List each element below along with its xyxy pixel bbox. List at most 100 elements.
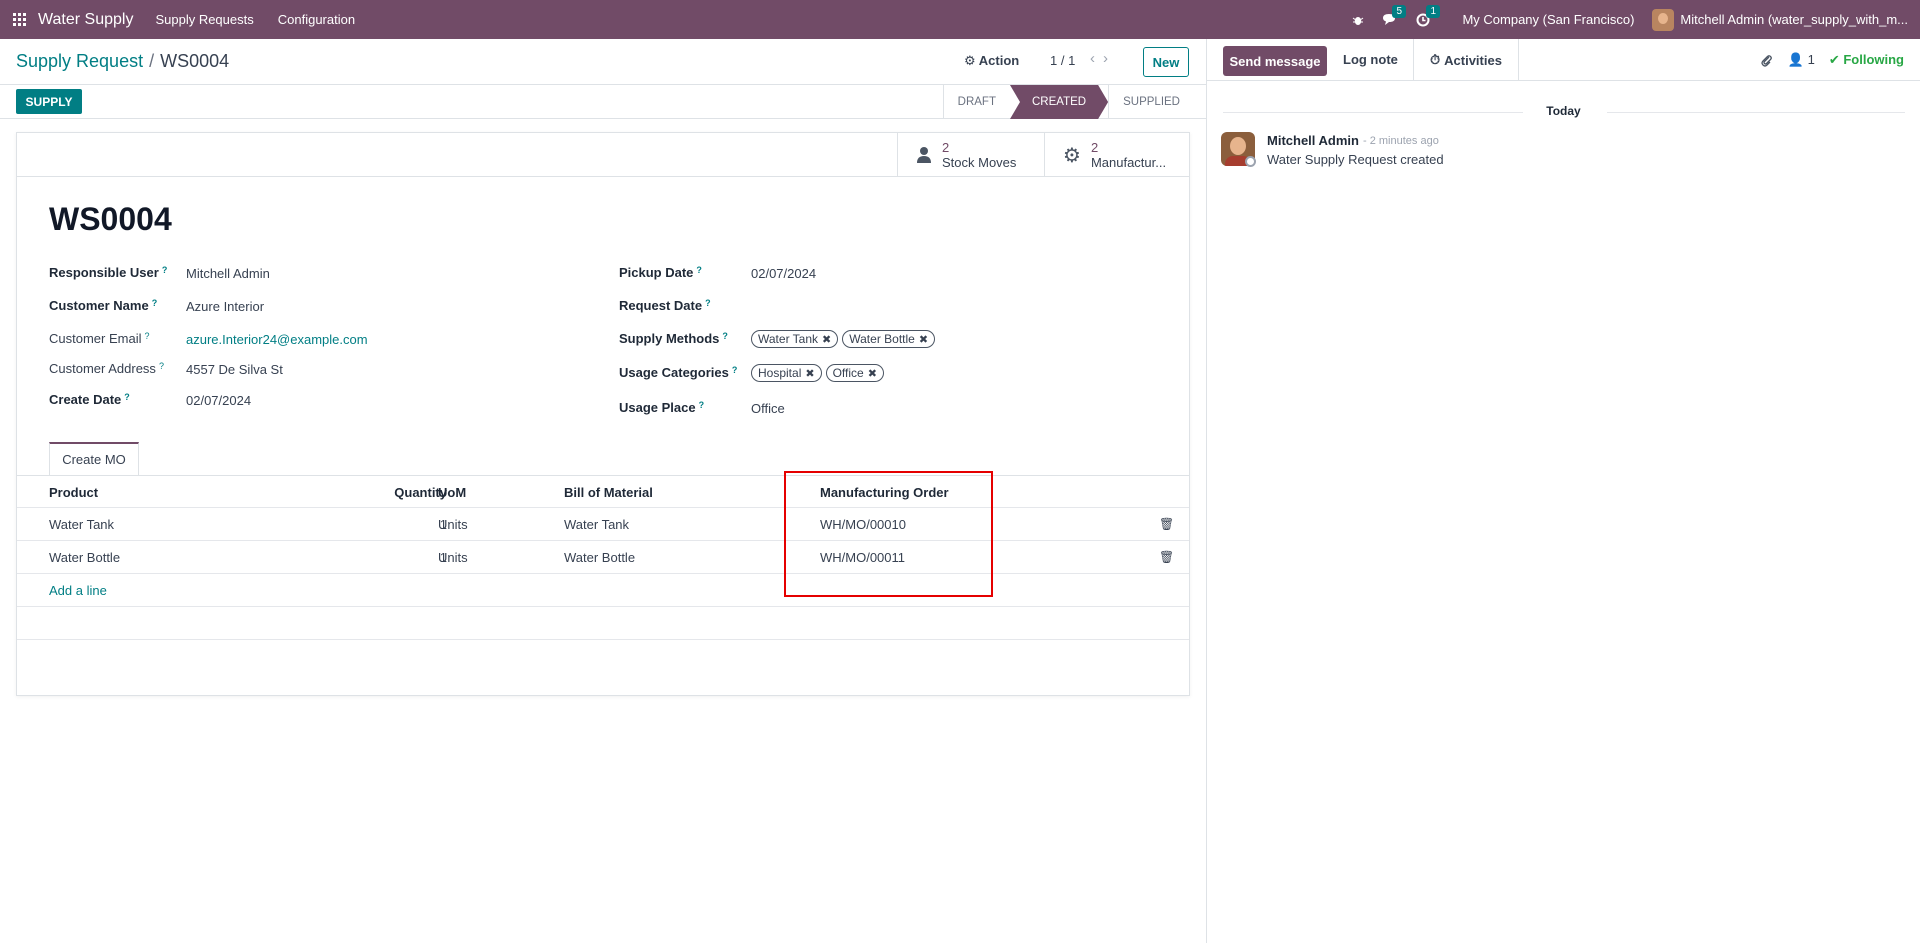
- chatter-topbar: Send message Log note ⏱ Activities 👤 1 ✔…: [1207, 39, 1920, 81]
- control-panel: Supply Request / WS0004 ⚙ Action 1 / 1 ‹› …: [0, 39, 1206, 85]
- presence-indicator: [1245, 156, 1256, 167]
- menu-supply-requests[interactable]: Supply Requests: [155, 12, 253, 27]
- log-note-button[interactable]: Log note: [1343, 52, 1398, 67]
- table-header: Product Quantity UoM Bill of Material Ma…: [17, 476, 1189, 508]
- column-bill-of-material[interactable]: Bill of Material: [564, 485, 653, 500]
- clock-icon: ⏱: [1430, 52, 1441, 67]
- breadcrumb-current: WS0004: [160, 51, 230, 71]
- message-body: Water Supply Request created: [1267, 152, 1444, 167]
- check-icon: ✔: [1828, 52, 1840, 67]
- create-date-label: Create Date?: [49, 392, 130, 407]
- trash-icon[interactable]: 🗑: [1159, 517, 1174, 531]
- pager-next-icon[interactable]: ›: [1103, 50, 1116, 67]
- stock-moves-label: Stock Moves: [942, 154, 1017, 170]
- help-icon[interactable]: ?: [732, 365, 738, 375]
- row-quantity[interactable]: 1: [377, 517, 447, 532]
- message-time: - 2 minutes ago: [1363, 135, 1439, 147]
- tag-remove-icon[interactable]: ✖: [919, 333, 928, 346]
- activities-badge: 1: [1426, 4, 1441, 18]
- row-product[interactable]: Water Tank: [49, 517, 114, 532]
- followers-button[interactable]: 👤 1: [1788, 52, 1815, 68]
- stage-supplied[interactable]: SUPPLIED: [1108, 85, 1194, 119]
- table-row[interactable]: Water Tank 1 Units Water Tank WH/MO/0001…: [17, 508, 1189, 541]
- pager-value[interactable]: 1 / 1: [1050, 53, 1075, 68]
- tag-remove-icon[interactable]: ✖: [868, 367, 877, 380]
- record-title: WS0004: [49, 201, 172, 237]
- pickup-date-label: Pickup Date?: [619, 265, 702, 280]
- stage-draft[interactable]: DRAFT: [942, 85, 1010, 119]
- column-uom[interactable]: UoM: [438, 485, 466, 500]
- highlight-box: [784, 471, 993, 597]
- table-footer: [17, 607, 1189, 640]
- help-icon[interactable]: ?: [705, 298, 711, 308]
- form-sheet: 2 Stock Moves ⚙ 2 Manufactur... WS0004 R…: [16, 132, 1190, 696]
- help-icon[interactable]: ?: [722, 331, 728, 341]
- breadcrumb-parent[interactable]: Supply Request: [16, 51, 143, 71]
- app-name[interactable]: Water Supply: [38, 11, 133, 29]
- new-button[interactable]: New: [1143, 47, 1189, 77]
- help-icon[interactable]: ?: [152, 298, 158, 308]
- responsible-user-field[interactable]: Mitchell Admin: [186, 266, 270, 281]
- date-divider-right: [1607, 112, 1905, 113]
- tab-create-mo[interactable]: Create MO: [49, 442, 139, 476]
- stage-created[interactable]: CREATED: [1010, 85, 1108, 119]
- company-switcher[interactable]: My Company (San Francisco): [1462, 12, 1634, 27]
- help-icon[interactable]: ?: [696, 265, 702, 275]
- help-icon[interactable]: ?: [144, 331, 149, 341]
- messages-button[interactable]: 5: [1382, 5, 1407, 26]
- date-separator: Today: [1546, 104, 1581, 118]
- usage-categories-field[interactable]: Hospital ✖ Office ✖: [751, 364, 884, 382]
- paperclip-icon[interactable]: [1760, 53, 1772, 67]
- action-label: Action: [978, 53, 1020, 68]
- tag-remove-icon[interactable]: ✖: [805, 367, 814, 380]
- activities-button[interactable]: ⏱ Activities: [1413, 39, 1519, 81]
- tag-hospital: Hospital ✖: [751, 364, 822, 382]
- following-button[interactable]: ✔ Following: [1829, 52, 1904, 68]
- send-message-button[interactable]: Send message: [1223, 46, 1327, 76]
- usage-place-field[interactable]: Office: [751, 401, 785, 416]
- supply-button[interactable]: SUPPLY: [16, 89, 82, 114]
- responsible-user-label: Responsible User?: [49, 265, 168, 280]
- status-bar: SUPPLY DRAFT CREATED SUPPLIED: [0, 85, 1206, 119]
- create-mo-table: Product Quantity UoM Bill of Material Ma…: [17, 476, 1189, 640]
- message-author[interactable]: Mitchell Admin: [1267, 133, 1359, 148]
- row-bill-of-material[interactable]: Water Bottle: [564, 550, 635, 565]
- add-line-link[interactable]: Add a line: [49, 583, 107, 598]
- debug-button[interactable]: [1352, 14, 1364, 26]
- user-menu[interactable]: Mitchell Admin (water_supply_with_m...: [1652, 8, 1908, 31]
- stock-moves-smart-button[interactable]: 2 Stock Moves: [897, 133, 1044, 177]
- row-uom[interactable]: Units: [438, 550, 468, 565]
- customer-address-field[interactable]: 4557 De Silva St: [186, 362, 283, 377]
- action-menu-button[interactable]: ⚙ Action: [964, 53, 1019, 69]
- activities-label: Activities: [1444, 52, 1502, 68]
- customer-email-field[interactable]: azure.Interior24@example.com: [186, 332, 368, 347]
- menu-configuration[interactable]: Configuration: [278, 12, 355, 27]
- activities-button[interactable]: 1: [1416, 4, 1441, 27]
- supply-methods-label: Supply Methods?: [619, 331, 728, 346]
- tag-remove-icon[interactable]: ✖: [822, 333, 831, 346]
- person-icon: 👤: [1787, 52, 1804, 67]
- help-icon[interactable]: ?: [162, 265, 168, 275]
- column-product[interactable]: Product: [49, 485, 98, 500]
- stock-moves-count: 2: [942, 139, 950, 155]
- create-date-field[interactable]: 02/07/2024: [186, 393, 251, 408]
- table-row[interactable]: Water Bottle 1 Units Water Bottle WH/MO/…: [17, 541, 1189, 574]
- pickup-date-field[interactable]: 02/07/2024: [751, 266, 816, 281]
- row-bill-of-material[interactable]: Water Tank: [564, 517, 629, 532]
- navbar-systray: 5 1 My Company (San Francisco) Mitchell …: [1352, 0, 1908, 39]
- row-uom[interactable]: Units: [438, 517, 468, 532]
- row-quantity[interactable]: 1: [377, 550, 447, 565]
- help-icon[interactable]: ?: [159, 361, 164, 371]
- help-icon[interactable]: ?: [124, 392, 130, 402]
- manufacturing-smart-button[interactable]: ⚙ 2 Manufactur...: [1044, 133, 1190, 177]
- request-date-field[interactable]: [751, 299, 951, 315]
- apps-menu-button[interactable]: [0, 0, 38, 39]
- column-quantity[interactable]: Quantity: [377, 485, 447, 500]
- row-product[interactable]: Water Bottle: [49, 550, 120, 565]
- bug-icon: [1353, 16, 1364, 25]
- pager-previous-icon[interactable]: ‹: [1090, 50, 1103, 67]
- customer-name-field[interactable]: Azure Interior: [186, 299, 264, 314]
- help-icon[interactable]: ?: [699, 400, 705, 410]
- trash-icon[interactable]: 🗑: [1159, 550, 1174, 564]
- supply-methods-field[interactable]: Water Tank ✖ Water Bottle ✖: [751, 330, 936, 348]
